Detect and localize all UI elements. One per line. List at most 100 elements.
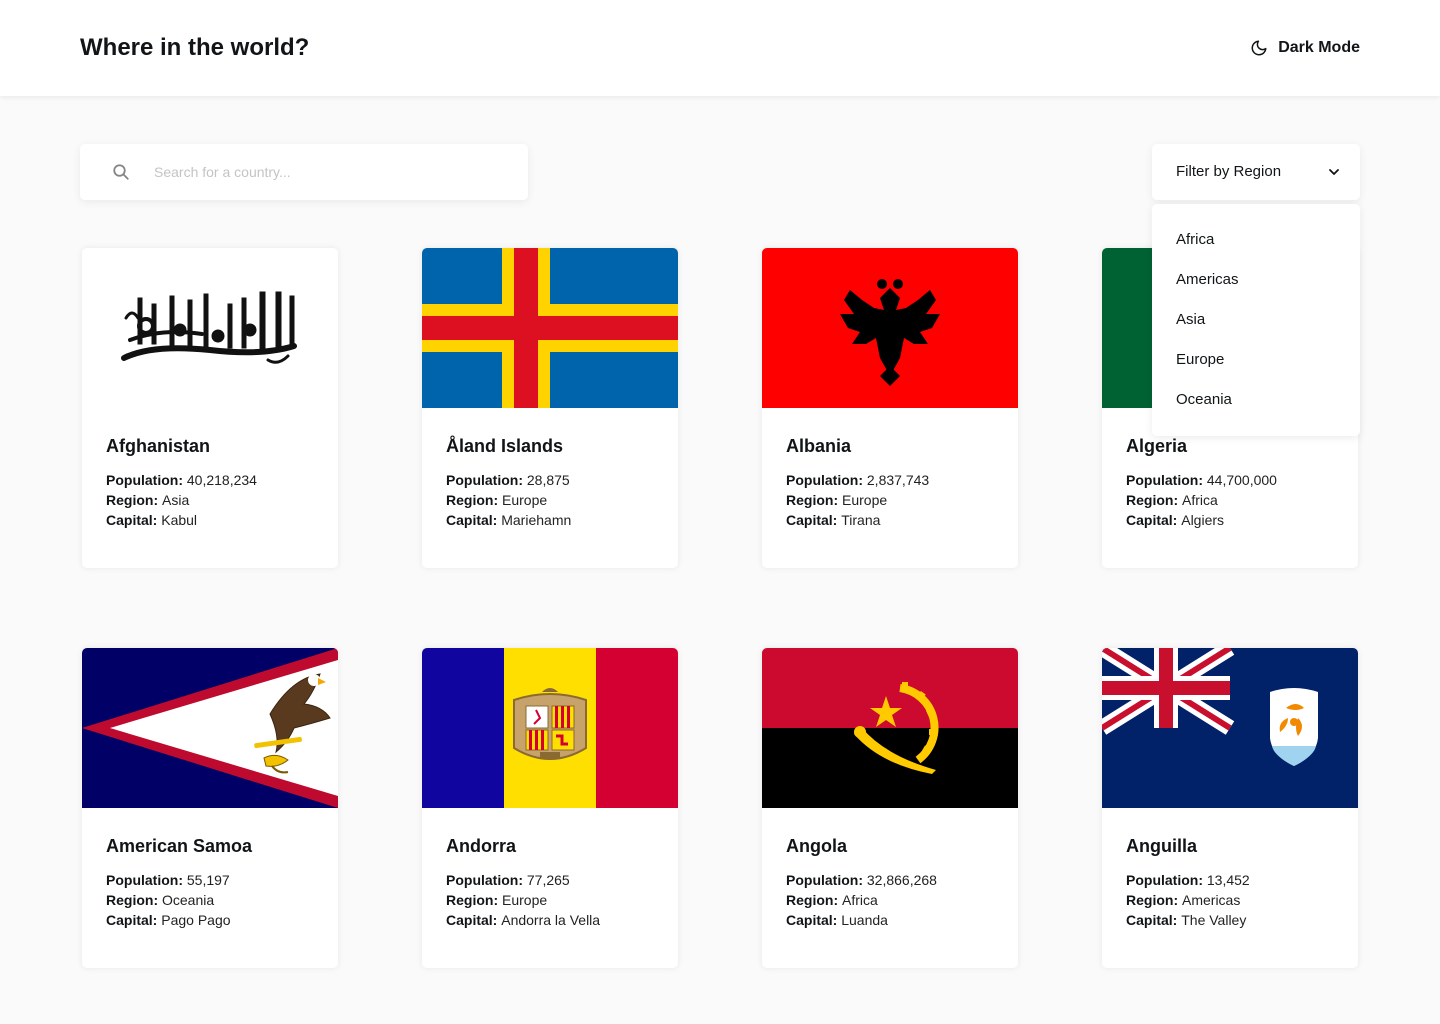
country-name: Algeria — [1126, 436, 1188, 456]
country-card[interactable]: American Samoa Population: 55,197 Region… — [82, 648, 338, 968]
capital-row: Capital: Algiers — [1126, 510, 1277, 530]
population-value: 40,218,234 — [186, 472, 257, 488]
region-option-oceania[interactable]: Oceania — [1152, 390, 1360, 430]
country-details: Population: 55,197 Region: Oceania Capit… — [106, 870, 231, 930]
capital-value: Luanda — [841, 912, 888, 928]
capital-key: Capital: — [1126, 512, 1178, 528]
country-card[interactable]: Albania Population: 2,837,743 Region: Eu… — [762, 248, 1018, 568]
population-key: Population: — [446, 872, 523, 888]
capital-row: Capital: Pago Pago — [106, 910, 231, 930]
region-value: Africa — [1182, 492, 1218, 508]
region-key: Region: — [1126, 492, 1179, 508]
capital-value: Tirana — [841, 512, 881, 528]
flag-albania — [762, 248, 1018, 408]
region-value: Europe — [502, 892, 548, 908]
region-row: Region: Asia — [106, 490, 257, 510]
flag-andorra — [422, 648, 678, 808]
capital-value: Andorra la Vella — [501, 912, 601, 928]
country-name: Anguilla — [1126, 836, 1197, 856]
region-option-asia[interactable]: Asia — [1152, 310, 1360, 350]
capital-row: Capital: The Valley — [1126, 910, 1250, 930]
region-key: Region: — [786, 492, 839, 508]
region-key: Region: — [446, 492, 499, 508]
region-key: Region: — [786, 892, 839, 908]
region-row: Region: Europe — [446, 890, 600, 910]
capital-row: Capital: Kabul — [106, 510, 257, 530]
population-row: Population: 28,875 — [446, 470, 571, 490]
country-details: Population: 40,218,234 Region: Asia Capi… — [106, 470, 257, 530]
capital-row: Capital: Luanda — [786, 910, 937, 930]
population-row: Population: 32,866,268 — [786, 870, 937, 890]
region-value: Africa — [842, 892, 878, 908]
capital-row: Capital: Mariehamn — [446, 510, 571, 530]
population-key: Population: — [1126, 872, 1203, 888]
region-key: Region: — [446, 892, 499, 908]
region-key: Region: — [1126, 892, 1179, 908]
population-key: Population: — [786, 472, 863, 488]
country-details: Population: 44,700,000 Region: Africa Ca… — [1126, 470, 1277, 530]
country-name: Åland Islands — [446, 436, 564, 456]
population-value: 55,197 — [186, 872, 230, 888]
population-row: Population: 13,452 — [1126, 870, 1250, 890]
population-row: Population: 2,837,743 — [786, 470, 929, 490]
region-row: Region: Europe — [446, 490, 571, 510]
flag-american-samoa — [82, 648, 338, 808]
population-value: 2,837,743 — [866, 472, 930, 488]
country-name: Andorra — [446, 836, 517, 856]
population-row: Population: 44,700,000 — [1126, 470, 1277, 490]
region-filter-label: Filter by Region — [1176, 163, 1282, 180]
capital-key: Capital: — [446, 512, 498, 528]
capital-key: Capital: — [786, 912, 838, 928]
dark-mode-toggle[interactable]: Dark Mode — [1250, 36, 1360, 60]
country-name: American Samoa — [106, 836, 253, 856]
region-row: Region: Africa — [786, 890, 937, 910]
population-key: Population: — [106, 472, 183, 488]
country-card[interactable]: Åland Islands Population: 28,875 Region:… — [422, 248, 678, 568]
capital-value: Mariehamn — [501, 512, 572, 528]
population-key: Population: — [1126, 472, 1203, 488]
population-value: 13,452 — [1206, 872, 1250, 888]
region-value: Europe — [842, 492, 888, 508]
population-value: 28,875 — [526, 472, 570, 488]
country-name: Afghanistan — [106, 436, 211, 456]
country-card[interactable]: Anguilla Population: 13,452 Region: Amer… — [1102, 648, 1358, 968]
flag-afghanistan — [82, 248, 338, 408]
region-row: Region: Americas — [1126, 890, 1250, 910]
search-icon — [113, 164, 129, 180]
region-option-europe[interactable]: Europe — [1152, 350, 1360, 390]
region-row: Region: Europe — [786, 490, 929, 510]
country-name: Angola — [786, 836, 847, 856]
region-dropdown: Africa Americas Asia Europe Oceania — [1152, 204, 1360, 436]
capital-key: Capital: — [1126, 912, 1178, 928]
capital-key: Capital: — [106, 912, 158, 928]
search-box[interactable] — [80, 144, 528, 200]
search-input[interactable] — [154, 144, 514, 200]
capital-value: The Valley — [1181, 912, 1247, 928]
region-filter-select[interactable]: Filter by Region — [1152, 144, 1360, 200]
app-title: Where in the world? — [80, 34, 310, 61]
country-card[interactable]: Afghanistan Population: 40,218,234 Regio… — [82, 248, 338, 568]
capital-value: Kabul — [161, 512, 198, 528]
region-key: Region: — [106, 892, 159, 908]
capital-key: Capital: — [106, 512, 158, 528]
flag-angola — [762, 648, 1018, 808]
country-card[interactable]: Angola Population: 32,866,268 Region: Af… — [762, 648, 1018, 968]
capital-value: Algiers — [1181, 512, 1225, 528]
region-row: Region: Africa — [1126, 490, 1277, 510]
capital-value: Pago Pago — [161, 912, 231, 928]
population-key: Population: — [446, 472, 523, 488]
region-option-africa[interactable]: Africa — [1152, 230, 1360, 270]
dark-mode-label: Dark Mode — [1278, 39, 1360, 56]
population-value: 44,700,000 — [1206, 472, 1277, 488]
capital-key: Capital: — [786, 512, 838, 528]
app-header: Where in the world? Dark Mode — [0, 0, 1440, 96]
region-value: Asia — [162, 492, 190, 508]
country-details: Population: 77,265 Region: Europe Capita… — [446, 870, 600, 930]
population-value: 32,866,268 — [866, 872, 937, 888]
country-details: Population: 2,837,743 Region: Europe Cap… — [786, 470, 929, 530]
country-details: Population: 32,866,268 Region: Africa Ca… — [786, 870, 937, 930]
chevron-down-icon — [1329, 169, 1339, 175]
country-card[interactable]: Andorra Population: 77,265 Region: Europ… — [422, 648, 678, 968]
population-key: Population: — [786, 872, 863, 888]
region-option-americas[interactable]: Americas — [1152, 270, 1360, 310]
